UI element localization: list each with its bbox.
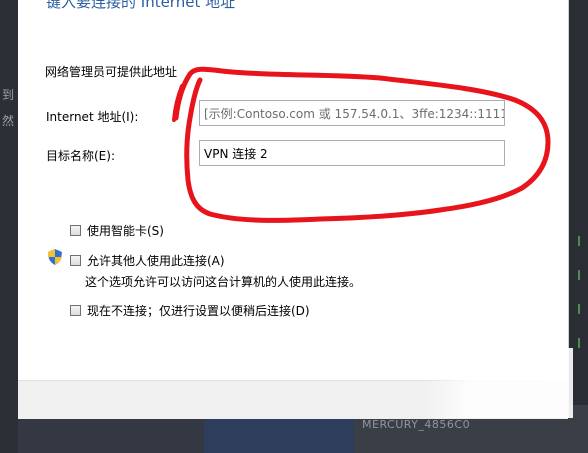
dialog-title: 键入要连接的 Internet 地址 — [46, 0, 236, 11]
signal-bar — [578, 304, 580, 314]
signal-bar — [578, 236, 580, 246]
destination-name-input[interactable]: VPN 连接 2 — [199, 140, 505, 166]
allow-others-checkbox[interactable] — [70, 255, 81, 266]
connect-later-checkbox[interactable] — [70, 305, 81, 316]
allow-others-label: 允许其他人使用此连接(A) — [87, 254, 225, 268]
background-window-left — [0, 0, 18, 453]
screen-glare — [423, 348, 573, 418]
network-item-name[interactable]: MERCURY_4856C0 — [362, 418, 470, 431]
internet-address-input[interactable]: [示例:Contoso.com 或 157.54.0.1、3ffe:1234::… — [199, 100, 505, 126]
connect-later-label: 现在不连接；仅进行设置以便稍后连接(D) — [87, 304, 310, 318]
signal-bar — [578, 270, 580, 280]
background-text-1: 到 — [2, 88, 15, 102]
allow-others-option[interactable]: 允许其他人使用此连接(A) — [70, 252, 225, 269]
internet-address-label: Internet 地址(I): — [46, 110, 139, 124]
signal-bar — [578, 338, 580, 348]
smart-card-label: 使用智能卡(S) — [87, 224, 164, 238]
destination-name-label: 目标名称(E): — [46, 149, 115, 163]
background-bottom-left — [18, 418, 204, 453]
hint-text: 网络管理员可提供此地址 — [45, 65, 178, 79]
smart-card-checkbox[interactable] — [70, 225, 81, 236]
background-bottom-blue — [204, 418, 354, 453]
connect-later-option[interactable]: 现在不连接；仅进行设置以便稍后连接(D) — [70, 302, 310, 319]
allow-others-description: 这个选项允许可以访问这台计算机的人使用此连接。 — [85, 275, 362, 289]
uac-shield-icon — [48, 249, 62, 265]
background-text-2: 然 — [2, 114, 15, 128]
smart-card-option[interactable]: 使用智能卡(S) — [70, 222, 164, 239]
